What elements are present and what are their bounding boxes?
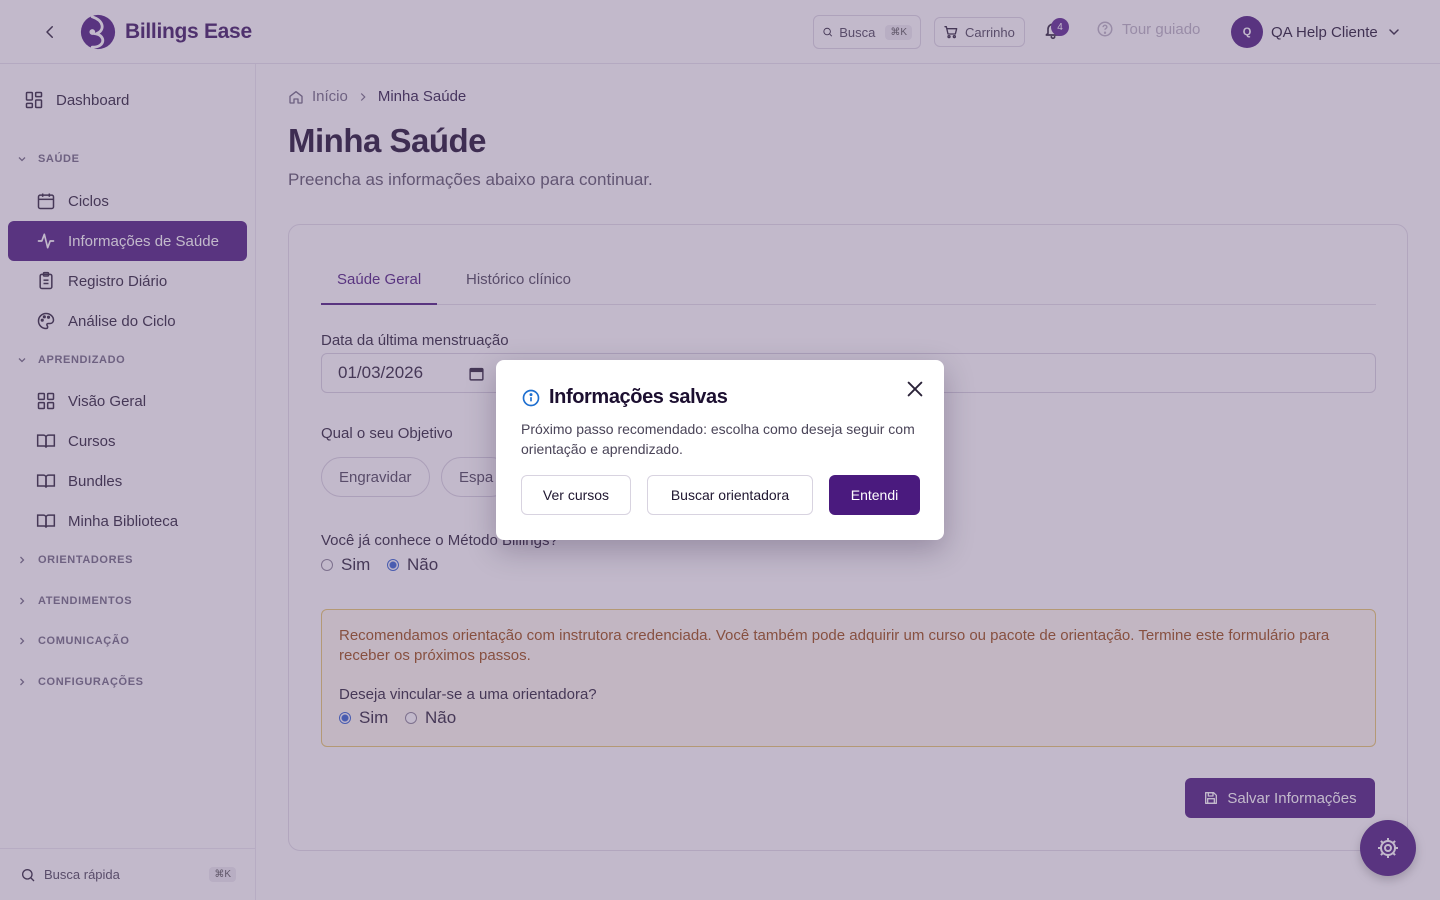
close-button[interactable] xyxy=(904,378,926,400)
info-icon xyxy=(522,389,540,406)
dialog-title-text: Informações salvas xyxy=(549,386,728,408)
view-courses-button[interactable]: Ver cursos xyxy=(521,475,631,515)
close-icon xyxy=(907,381,923,397)
dialog-description: Próximo passo recomendado: escolha como … xyxy=(521,421,915,457)
saved-info-dialog: Informações salvas Próximo passo recomen… xyxy=(496,360,944,540)
find-instructor-button[interactable]: Buscar orientadora xyxy=(647,475,813,515)
understood-button[interactable]: Entendi xyxy=(829,475,920,515)
dialog-title: Informações salvas xyxy=(521,386,728,409)
